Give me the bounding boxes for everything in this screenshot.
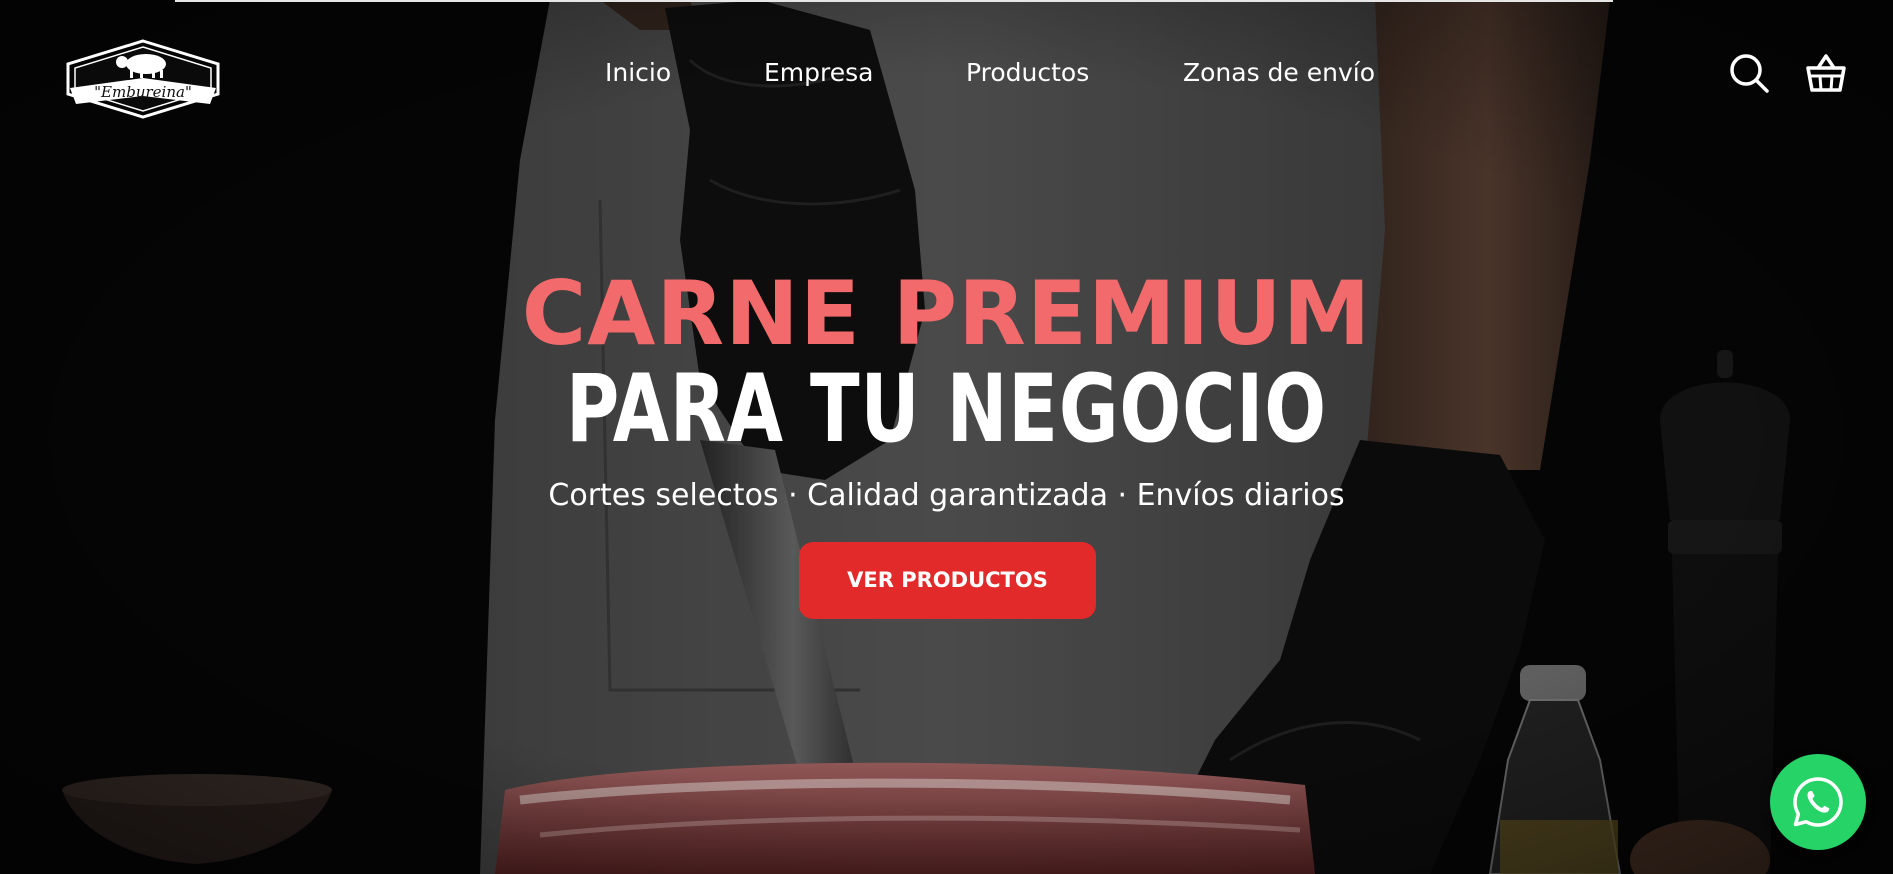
nav-item-zonas-de-envio[interactable]: Zonas de envío bbox=[1183, 56, 1375, 90]
search-button[interactable] bbox=[1728, 52, 1772, 96]
whatsapp-button[interactable] bbox=[1770, 754, 1866, 850]
hero-headline-secondary: PARA TU NEGOCIO bbox=[565, 355, 1327, 464]
nav-item-inicio[interactable]: Inicio bbox=[605, 56, 671, 90]
search-icon bbox=[1730, 54, 1769, 93]
top-divider bbox=[175, 0, 1613, 2]
cart-button[interactable] bbox=[1804, 51, 1848, 95]
nav-item-productos[interactable]: Productos bbox=[966, 56, 1089, 90]
whatsapp-icon bbox=[1793, 777, 1843, 827]
hero-tagline: Cortes selectos · Calidad garantizada · … bbox=[548, 478, 1345, 513]
hero-section: "Embureina" Inicio Empresa Productos Zon… bbox=[0, 0, 1893, 874]
hero-headline-primary: CARNE PREMIUM bbox=[521, 262, 1372, 365]
nav-item-empresa[interactable]: Empresa bbox=[764, 56, 873, 90]
main-nav: Inicio Empresa Productos Zonas de envío bbox=[0, 56, 1893, 90]
view-products-button[interactable]: VER PRODUCTOS bbox=[799, 542, 1096, 619]
basket-icon bbox=[1806, 54, 1846, 92]
